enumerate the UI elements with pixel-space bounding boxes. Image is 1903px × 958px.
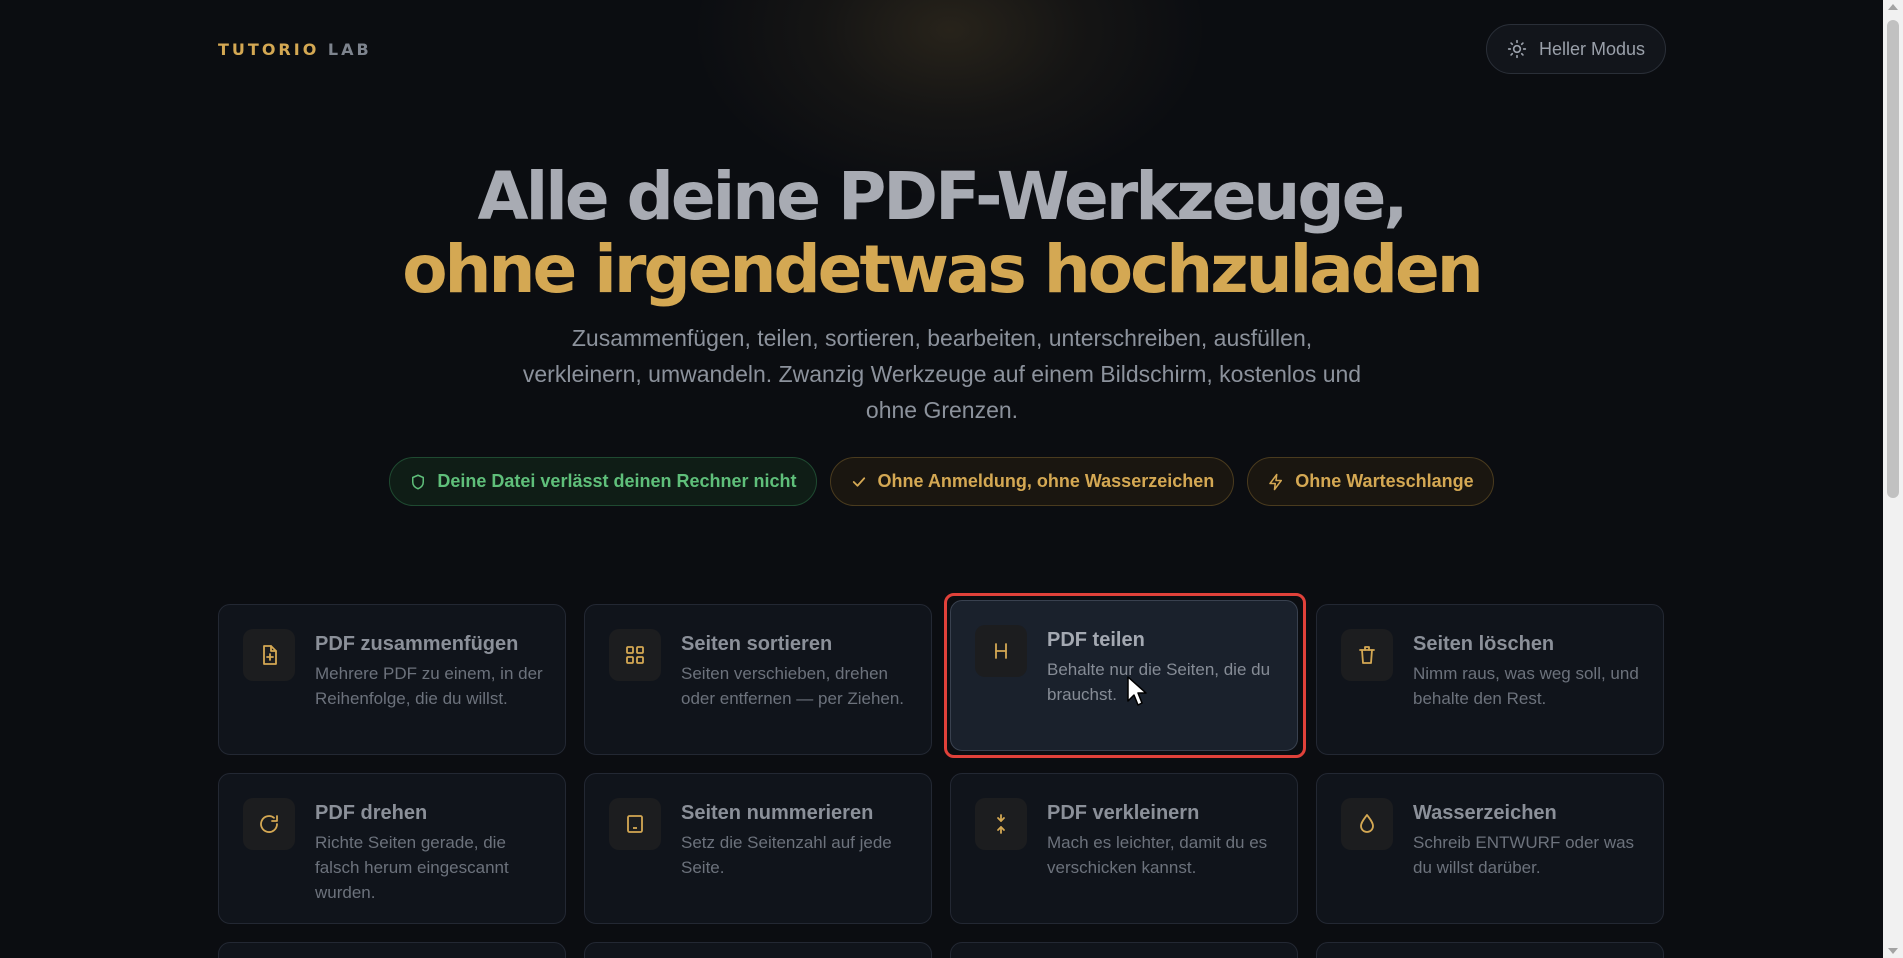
tool-card-partial[interactable] [218, 942, 566, 958]
light-mode-button[interactable]: Heller Modus [1485, 24, 1666, 74]
top-bar: TUTORIO LAB Heller Modus [218, 24, 1666, 74]
tool-title: Wasserzeichen [1413, 802, 1557, 824]
tool-card-partial[interactable] [584, 942, 932, 958]
mouse-cursor-icon [1127, 676, 1147, 706]
tool-title: Seiten sortieren [681, 633, 833, 655]
badge-no-signup: Ohne Anmeldung, ohne Wasserzeichen [829, 457, 1235, 506]
tool-card-split[interactable]: PDF teilen Behalte nur die Seiten, die d… [950, 600, 1298, 751]
trash-icon [1341, 629, 1393, 681]
tool-title: PDF verkleinern [1047, 802, 1200, 824]
tool-card-partial[interactable] [950, 942, 1298, 958]
tool-title: PDF teilen [1047, 629, 1145, 651]
logo-main: TUTORIO [218, 40, 320, 59]
tool-card-watermark[interactable]: Wasserzeichen Schreib ENTWURF oder was d… [1316, 773, 1664, 924]
tool-card-merge[interactable]: PDF zusammenfügen Mehrere PDF zu einem, … [218, 604, 566, 755]
sun-icon [1507, 39, 1527, 59]
tool-description: Schreib ENTWURF oder was du willst darüb… [1413, 833, 1635, 877]
light-mode-label: Heller Modus [1538, 38, 1645, 59]
tool-card-rotate[interactable]: PDF drehen Richte Seiten gerade, die fal… [218, 773, 566, 924]
lightning-icon [1267, 473, 1285, 491]
feature-badges: Deine Datei verlässt deinen Rechner nich… [0, 457, 1883, 506]
merge-file-icon [243, 629, 295, 681]
badge-label: Deine Datei verlässt deinen Rechner nich… [437, 471, 797, 491]
tool-card-partial[interactable] [1316, 942, 1664, 958]
scroll-up-arrow-icon[interactable] [1888, 4, 1898, 10]
tools-grid: PDF zusammenfügen Mehrere PDF zu einem, … [218, 600, 1666, 924]
compress-icon [975, 798, 1027, 850]
tool-card-sort[interactable]: Seiten sortieren Seiten verschieben, dre… [584, 604, 932, 755]
hero-subtitle: Zusammenfügen, teilen, sortieren, bearbe… [522, 325, 1362, 423]
tool-description: Nimm raus, was weg soll, und behalte den… [1413, 664, 1639, 708]
tool-title: Seiten nummerieren [681, 802, 874, 824]
badge-label: Ohne Warteschlange [1295, 471, 1474, 491]
tool-description: Mach es leichter, damit du es verschicke… [1047, 833, 1268, 877]
page-scrollbar[interactable] [1883, 0, 1903, 958]
hero-title-line-2: ohne irgendetwas hochzuladen [402, 231, 1484, 308]
check-icon [850, 473, 868, 491]
logo[interactable]: TUTORIO LAB [218, 40, 372, 59]
shield-icon [409, 473, 427, 491]
tool-title: PDF drehen [315, 802, 428, 824]
grid-icon [609, 629, 661, 681]
scroll-down-arrow-icon[interactable] [1888, 948, 1898, 954]
badge-no-queue: Ohne Warteschlange [1247, 457, 1494, 506]
scrollbar-thumb[interactable] [1887, 20, 1899, 498]
tool-description: Richte Seiten gerade, die falsch herum e… [315, 833, 509, 902]
tool-title: Seiten löschen [1413, 633, 1555, 655]
page-number-icon [609, 798, 661, 850]
badge-local-only: Deine Datei verlässt deinen Rechner nich… [389, 457, 817, 506]
tool-description: Mehrere PDF zu einem, in der Reihenfolge… [315, 664, 543, 708]
tool-description: Seiten verschieben, drehen oder entferne… [681, 664, 905, 708]
tool-title: PDF zusammenfügen [315, 633, 519, 655]
rotate-icon [243, 798, 295, 850]
badge-label: Ohne Anmeldung, ohne Wasserzeichen [877, 471, 1215, 491]
tool-card-page-numbers[interactable]: Seiten nummerieren Setz die Seitenzahl a… [584, 773, 932, 924]
tool-description: Setz die Seitenzahl auf jede Seite. [681, 833, 892, 877]
tool-description: Behalte nur die Seiten, die du brauchst. [1047, 660, 1271, 704]
tool-card-delete-pages[interactable]: Seiten löschen Nimm raus, was weg soll, … [1316, 604, 1664, 755]
split-icon [975, 625, 1027, 677]
tool-card-compress[interactable]: PDF verkleinern Mach es leichter, damit … [950, 773, 1298, 924]
logo-accent: LAB [327, 40, 372, 59]
droplet-icon [1341, 798, 1393, 850]
hero-title-line-1: Alle deine PDF-Werkzeuge, [477, 158, 1409, 235]
